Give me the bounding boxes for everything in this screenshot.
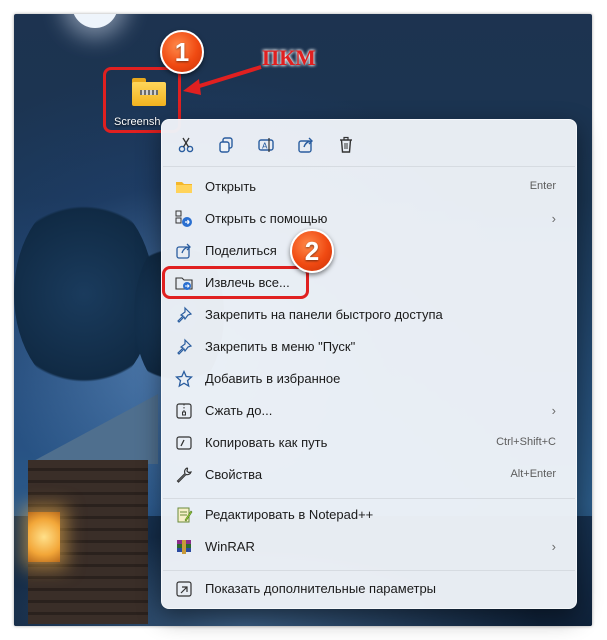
moon [72,14,118,28]
menu-item-label: Открыть [205,179,257,194]
menu-item-pin-quick-access[interactable]: Закрепить на панели быстрого доступа [166,300,572,330]
more-options-icon [175,580,193,598]
rename-icon: A [258,138,274,152]
annotation-text: ПКМ [262,45,316,70]
menu-item-label: Поделиться [205,243,277,258]
menu-item-copy-as-path[interactable]: Копировать как путь Ctrl+Shift+C [166,428,572,458]
shortcut-text: Ctrl+Shift+C [496,436,556,448]
menu-item-open[interactable]: Открыть Enter [166,172,572,202]
menu-item-label: Закрепить в меню "Пуск" [205,339,356,354]
menu-item-label: Открыть с помощью [205,211,328,226]
menu-item-label: Копировать как путь [205,435,328,450]
delete-button[interactable] [332,132,360,158]
compress-icon [175,402,193,420]
open-with-icon [175,210,193,228]
menu-item-label: Редактировать в Notepad++ [205,507,374,522]
winrar-icon [175,538,193,556]
menu-separator [163,498,575,499]
menu-item-label: Показать дополнительные параметры [205,581,437,596]
copy-path-icon [175,434,193,452]
share-button[interactable] [292,132,320,158]
menu-item-label: WinRAR [205,539,255,554]
quick-actions-bar: A [162,130,576,160]
share-icon [298,137,313,153]
menu-item-label: Закрепить на панели быстрого доступа [205,307,443,322]
menu-item-properties[interactable]: Свойства Alt+Enter [166,460,572,490]
menu-item-label: Свойства [205,467,263,482]
extract-highlight-frame [162,266,309,299]
menu-item-label: Сжать до... [205,403,273,418]
shortcut-text: Enter [529,180,556,192]
menu-item-show-more-options[interactable]: Показать дополнительные параметры [166,574,572,604]
scissors-icon [178,137,194,153]
cut-button[interactable] [172,132,200,158]
chevron-right-icon: › [551,539,556,554]
menu-item-compress-to[interactable]: Сжать до... › [166,396,572,426]
trash-icon [340,136,352,153]
wrench-icon [175,466,193,484]
copy-button[interactable] [212,132,240,158]
pin-icon [175,338,193,356]
rename-button[interactable]: A [252,132,280,158]
chevron-right-icon: › [551,211,556,226]
menu-item-winrar[interactable]: WinRAR › [166,532,572,562]
cabin [28,394,158,624]
step-badge-2: 2 [290,229,334,273]
svg-text:A: A [262,142,268,151]
menu-item-pin-start[interactable]: Закрепить в меню "Пуск" [166,332,572,362]
tree-silhouette [14,194,154,394]
notepad-icon [175,506,193,524]
pin-icon [175,306,193,324]
shortcut-text: Alt+Enter [510,468,556,480]
step-badge-1: 1 [160,30,204,74]
menu-item-open-with[interactable]: Открыть с помощью › [166,204,572,234]
menu-item-label: Добавить в избранное [205,371,341,386]
zip-folder-icon [132,78,166,106]
star-icon [175,370,193,388]
menu-separator [163,166,575,167]
folder-icon [175,178,193,196]
menu-item-share[interactable]: Поделиться [166,236,572,266]
copy-icon [219,137,233,153]
context-menu: A Открыть Enter Открыть с помощью › Поде… [161,119,577,609]
chevron-right-icon: › [551,403,556,418]
menu-item-notepad-plus-plus[interactable]: Редактировать в Notepad++ [166,500,572,530]
menu-item-add-favorites[interactable]: Добавить в избранное [166,364,572,394]
share-icon [175,242,193,260]
menu-separator [163,570,575,571]
